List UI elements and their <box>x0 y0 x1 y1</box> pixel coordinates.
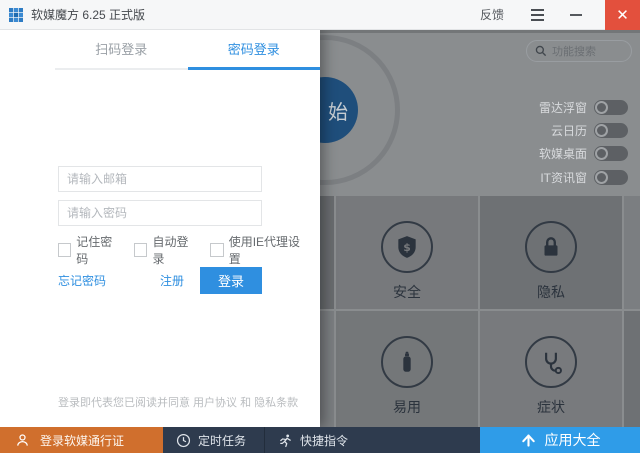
checkbox-label: 记住密码 <box>76 235 113 266</box>
checkbox-label: 使用IE代理设置 <box>228 235 301 266</box>
tile-ease-of-use[interactable]: 易用 <box>336 311 478 427</box>
checkbox-remember-password[interactable]: 记住密码 <box>58 233 121 267</box>
runner-icon <box>280 433 291 447</box>
scheduled-tasks-label: 定时任务 <box>198 433 247 448</box>
tile-label: 隐私 <box>537 284 565 300</box>
bottle-icon <box>381 336 433 388</box>
tile-security[interactable]: $ 安全 <box>336 196 478 309</box>
toggle-row-it-news: IT资讯窗 <box>540 169 628 186</box>
tile-partial <box>320 196 334 309</box>
quick-commands-button[interactable]: 快捷指令 <box>265 427 366 453</box>
app-collection-label: 应用大全 <box>544 432 601 448</box>
toggle-label: 云日历 <box>550 124 587 138</box>
toggle-knob <box>595 147 608 160</box>
tile-symptoms[interactable]: 症状 <box>480 311 622 427</box>
main-content-overlay: 始 功能搜索 雷达浮窗 云日历 软媒桌面 IT资讯窗 $ 安全 隐私 易用 症状 <box>320 30 640 427</box>
checkbox-icon <box>58 243 72 257</box>
checkbox-auto-login[interactable]: 自动登录 <box>134 233 197 267</box>
login-pass-label: 登录软媒通行证 <box>40 433 125 448</box>
bottom-bar-middle: 定时任务 快捷指令 <box>163 427 480 453</box>
toggle-label: 软媒桌面 <box>538 147 587 161</box>
checkbox-icon <box>134 243 148 257</box>
checkbox-label: 自动登录 <box>152 235 189 266</box>
tab-qr-login[interactable]: 扫码登录 <box>55 39 188 70</box>
app-logo-icon <box>8 7 24 23</box>
titlebar: 软媒魔方 6.25 正式版 反馈 ✕ <box>0 0 640 30</box>
window-title: 软媒魔方 6.25 正式版 <box>31 8 146 22</box>
tile-privacy[interactable]: 隐私 <box>480 196 622 309</box>
svg-text:$: $ <box>403 241 411 254</box>
search-box[interactable]: 功能搜索 <box>526 40 632 62</box>
toggle-label: IT资讯窗 <box>540 171 587 185</box>
checkbox-ie-proxy[interactable]: 使用IE代理设置 <box>210 233 307 267</box>
titlebar-controls: 反馈 ✕ <box>480 0 640 30</box>
tile-label: 症状 <box>537 399 565 415</box>
register-link[interactable]: 注册 <box>160 272 184 289</box>
search-icon <box>535 45 547 57</box>
radar-toggle-switch[interactable] <box>594 100 628 115</box>
minimize-button[interactable] <box>570 13 582 16</box>
arrow-up-icon <box>521 434 535 447</box>
toggle-knob <box>595 124 608 137</box>
email-input[interactable] <box>58 166 262 192</box>
tile-label: 易用 <box>393 399 421 415</box>
start-button-label: 始 <box>328 101 348 124</box>
login-tabs: 扫码登录 密码登录 <box>55 39 320 70</box>
stethoscope-icon <box>525 336 577 388</box>
desktop-toggle-switch[interactable] <box>594 146 628 161</box>
toggle-row-radar: 雷达浮窗 <box>539 99 628 116</box>
login-panel: 扫码登录 密码登录 记住密码 自动登录 使用IE代理设置 忘记密码 注册 登录 <box>0 30 320 427</box>
cloud-calendar-toggle-switch[interactable] <box>594 123 628 138</box>
login-actions: 忘记密码 注册 登录 <box>58 267 262 294</box>
clock-icon <box>176 433 191 447</box>
password-input[interactable] <box>58 200 262 226</box>
toggle-row-desktop: 软媒桌面 <box>539 145 628 162</box>
quick-commands-label: 快捷指令 <box>300 433 349 448</box>
agreement-text: 登录即代表您已阅读并同意 用户协议 和 隐私条款 <box>58 397 299 409</box>
app-collection-button[interactable]: 应用大全 <box>480 427 640 453</box>
shield-dollar-icon: $ <box>381 221 433 273</box>
menu-icon[interactable] <box>531 8 544 21</box>
forgot-password-link[interactable]: 忘记密码 <box>58 272 106 289</box>
tile-label: 安全 <box>393 284 421 300</box>
app-window: 软媒魔方 6.25 正式版 反馈 ✕ 始 功能搜索 雷达浮窗 云日历 软媒桌面 … <box>0 0 640 453</box>
feedback-button[interactable]: 反馈 <box>480 6 504 23</box>
toggle-label: 雷达浮窗 <box>538 101 587 115</box>
tile-partial <box>624 196 640 309</box>
tile-partial <box>320 311 334 427</box>
login-options: 记住密码 自动登录 使用IE代理设置 <box>58 233 320 267</box>
search-placeholder: 功能搜索 <box>552 46 596 58</box>
bottom-bar: 登录软媒通行证 定时任务 快捷指令 应用大全 <box>0 427 640 453</box>
checkbox-icon <box>210 243 224 257</box>
it-news-toggle-switch[interactable] <box>594 170 628 185</box>
tab-password-login[interactable]: 密码登录 <box>187 39 320 70</box>
tile-partial <box>624 311 640 427</box>
scheduled-tasks-button[interactable]: 定时任务 <box>163 427 264 453</box>
person-icon <box>17 434 28 446</box>
login-pass-button[interactable]: 登录软媒通行证 <box>0 427 163 453</box>
login-button[interactable]: 登录 <box>200 267 262 294</box>
toggle-knob <box>595 171 608 184</box>
close-button[interactable]: ✕ <box>605 0 640 30</box>
lock-icon <box>525 221 577 273</box>
toggle-knob <box>595 101 608 114</box>
toggle-row-cloud-calendar: 云日历 <box>551 122 628 139</box>
